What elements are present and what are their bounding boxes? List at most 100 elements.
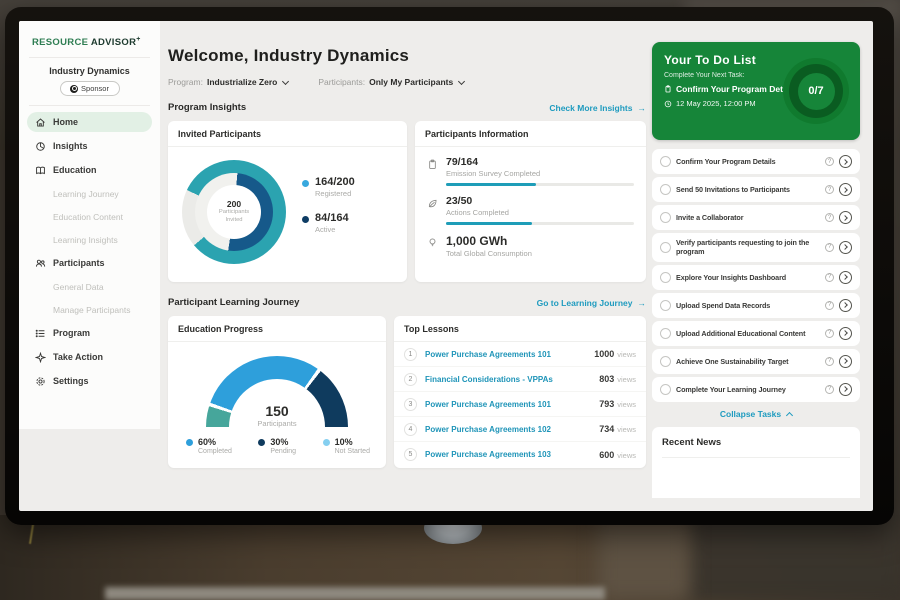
info-icon[interactable]: ? bbox=[825, 157, 834, 166]
legend-dot bbox=[302, 180, 309, 187]
task-open-button[interactable] bbox=[839, 183, 852, 196]
info-icon[interactable]: ? bbox=[825, 329, 834, 338]
info-icon[interactable]: ? bbox=[825, 213, 834, 222]
education-progress-card: Education Progress 150 Participants 60% … bbox=[168, 316, 386, 468]
sidebar-nav: Home Insights Education Learning Journey… bbox=[19, 106, 160, 391]
lesson-link[interactable]: Power Purchase Agreements 103 bbox=[425, 450, 591, 459]
task-open-button[interactable] bbox=[839, 355, 852, 368]
info-icon[interactable]: ? bbox=[825, 385, 834, 394]
legend-item: 60% Completed bbox=[186, 437, 232, 455]
task-label: Complete Your Learning Journey bbox=[676, 385, 820, 394]
chevron-right-icon bbox=[842, 358, 848, 364]
lesson-link[interactable]: Financial Considerations - VPPAs bbox=[425, 375, 591, 384]
sidebar-item-manage-participants[interactable]: Manage Participants bbox=[27, 300, 152, 319]
task-open-button[interactable] bbox=[839, 155, 852, 168]
donut-chart-area: 200 Participants Invited 164/200 Registe… bbox=[168, 147, 407, 264]
lesson-views: 793views bbox=[599, 399, 636, 409]
progress-track bbox=[446, 222, 634, 225]
info-icon[interactable]: ? bbox=[825, 357, 834, 366]
lesson-views: 803views bbox=[599, 374, 636, 384]
task-row[interactable]: Upload Additional Educational Content ? bbox=[652, 321, 860, 346]
sidebar-item-participants[interactable]: Participants bbox=[27, 253, 152, 273]
insights-icon bbox=[35, 141, 46, 152]
info-icon[interactable]: ? bbox=[825, 301, 834, 310]
participants-value: Only My Participants bbox=[369, 77, 453, 87]
todo-panel: Your To Do List Complete Your Next Task:… bbox=[652, 42, 860, 498]
lesson-link[interactable]: Power Purchase Agreements 101 bbox=[425, 350, 586, 359]
sidebar-item-learning-insights[interactable]: Learning Insights bbox=[27, 230, 152, 249]
stat-value: 79/164 bbox=[446, 156, 634, 168]
info-icon[interactable]: ? bbox=[825, 273, 834, 282]
legend-dot bbox=[186, 439, 193, 446]
collapse-tasks-link[interactable]: Collapse Tasks bbox=[652, 409, 860, 419]
participants-icon bbox=[35, 258, 46, 269]
sidebar-item-education-content[interactable]: Education Content bbox=[27, 207, 152, 226]
donut-center-value: 200 bbox=[227, 199, 241, 209]
sidebar-item-program[interactable]: Program bbox=[27, 323, 152, 343]
gear-icon bbox=[35, 376, 46, 387]
task-open-button[interactable] bbox=[839, 299, 852, 312]
task-checkbox[interactable] bbox=[660, 212, 671, 223]
legend-label: Active bbox=[315, 225, 349, 234]
sidebar-item-home[interactable]: Home bbox=[27, 112, 152, 132]
legend-item: 84/164 Active bbox=[302, 212, 355, 234]
participants-information-card: Participants Information 79/164 Emission… bbox=[415, 121, 646, 282]
brand-plus: + bbox=[136, 36, 140, 43]
task-open-button[interactable] bbox=[839, 211, 852, 224]
info-icon[interactable]: ? bbox=[825, 185, 834, 194]
task-checkbox[interactable] bbox=[660, 328, 671, 339]
lesson-rank: 4 bbox=[404, 423, 417, 436]
lesson-link[interactable]: Power Purchase Agreements 101 bbox=[425, 400, 591, 409]
sidebar-item-take-action[interactable]: Take Action bbox=[27, 347, 152, 367]
task-open-button[interactable] bbox=[839, 327, 852, 340]
legend-dot bbox=[302, 216, 309, 223]
legend-label: Completed bbox=[198, 448, 232, 455]
task-row[interactable]: Complete Your Learning Journey ? bbox=[652, 377, 860, 402]
task-row[interactable]: Explore Your Insights Dashboard ? bbox=[652, 265, 860, 290]
task-row[interactable]: Invite a Collaborator ? bbox=[652, 205, 860, 230]
home-icon bbox=[35, 117, 46, 128]
progress-track bbox=[446, 183, 634, 186]
task-row[interactable]: Confirm Your Program Details ? bbox=[652, 149, 860, 174]
sponsor-badge[interactable]: Sponsor bbox=[60, 81, 120, 96]
participants-dropdown[interactable]: Participants: Only My Participants bbox=[318, 77, 464, 87]
task-open-button[interactable] bbox=[839, 271, 852, 284]
lesson-link[interactable]: Power Purchase Agreements 102 bbox=[425, 425, 591, 434]
views-suffix: views bbox=[617, 400, 636, 409]
brand-secondary: ADVISOR bbox=[91, 37, 136, 48]
top-lessons-card: Top Lessons 1 Power Purchase Agreements … bbox=[394, 316, 646, 468]
task-checkbox[interactable] bbox=[660, 300, 671, 311]
task-checkbox[interactable] bbox=[660, 356, 671, 367]
link-label: Check More Insights bbox=[549, 103, 632, 113]
task-row[interactable]: Upload Spend Data Records ? bbox=[652, 293, 860, 318]
task-checkbox[interactable] bbox=[660, 242, 671, 253]
collapse-label: Collapse Tasks bbox=[720, 409, 781, 419]
info-icon[interactable]: ? bbox=[825, 243, 834, 252]
sidebar-item-education[interactable]: Education bbox=[27, 160, 152, 180]
task-row[interactable]: Verify participants requesting to join t… bbox=[652, 233, 860, 262]
check-more-insights-link[interactable]: Check More Insights → bbox=[549, 103, 646, 113]
stat-label: Emission Survey Completed bbox=[446, 169, 634, 178]
sidebar-item-label: Home bbox=[53, 117, 78, 127]
lesson-views: 734views bbox=[599, 424, 636, 434]
program-label: Program: bbox=[168, 77, 203, 87]
sidebar-item-insights[interactable]: Insights bbox=[27, 136, 152, 156]
lesson-rank: 5 bbox=[404, 448, 417, 461]
task-checkbox[interactable] bbox=[660, 272, 671, 283]
task-row[interactable]: Achieve One Sustainability Target ? bbox=[652, 349, 860, 374]
task-open-button[interactable] bbox=[839, 241, 852, 254]
task-row[interactable]: Send 50 Invitations to Participants ? bbox=[652, 177, 860, 202]
card-title: Top Lessons bbox=[394, 316, 646, 342]
task-open-button[interactable] bbox=[839, 383, 852, 396]
legend-item: 10% Not Started bbox=[323, 437, 370, 455]
task-checkbox[interactable] bbox=[660, 184, 671, 195]
sidebar-item-learning-journey[interactable]: Learning Journey bbox=[27, 184, 152, 203]
sidebar-item-settings[interactable]: Settings bbox=[27, 371, 152, 391]
sidebar-item-general-data[interactable]: General Data bbox=[27, 277, 152, 296]
task-checkbox[interactable] bbox=[660, 384, 671, 395]
sidebar-item-label: Manage Participants bbox=[53, 305, 131, 315]
task-checkbox[interactable] bbox=[660, 156, 671, 167]
program-dropdown[interactable]: Program: Industrialize Zero bbox=[168, 77, 288, 87]
sponsor-icon bbox=[70, 85, 78, 93]
go-to-learning-journey-link[interactable]: Go to Learning Journey → bbox=[537, 298, 646, 308]
